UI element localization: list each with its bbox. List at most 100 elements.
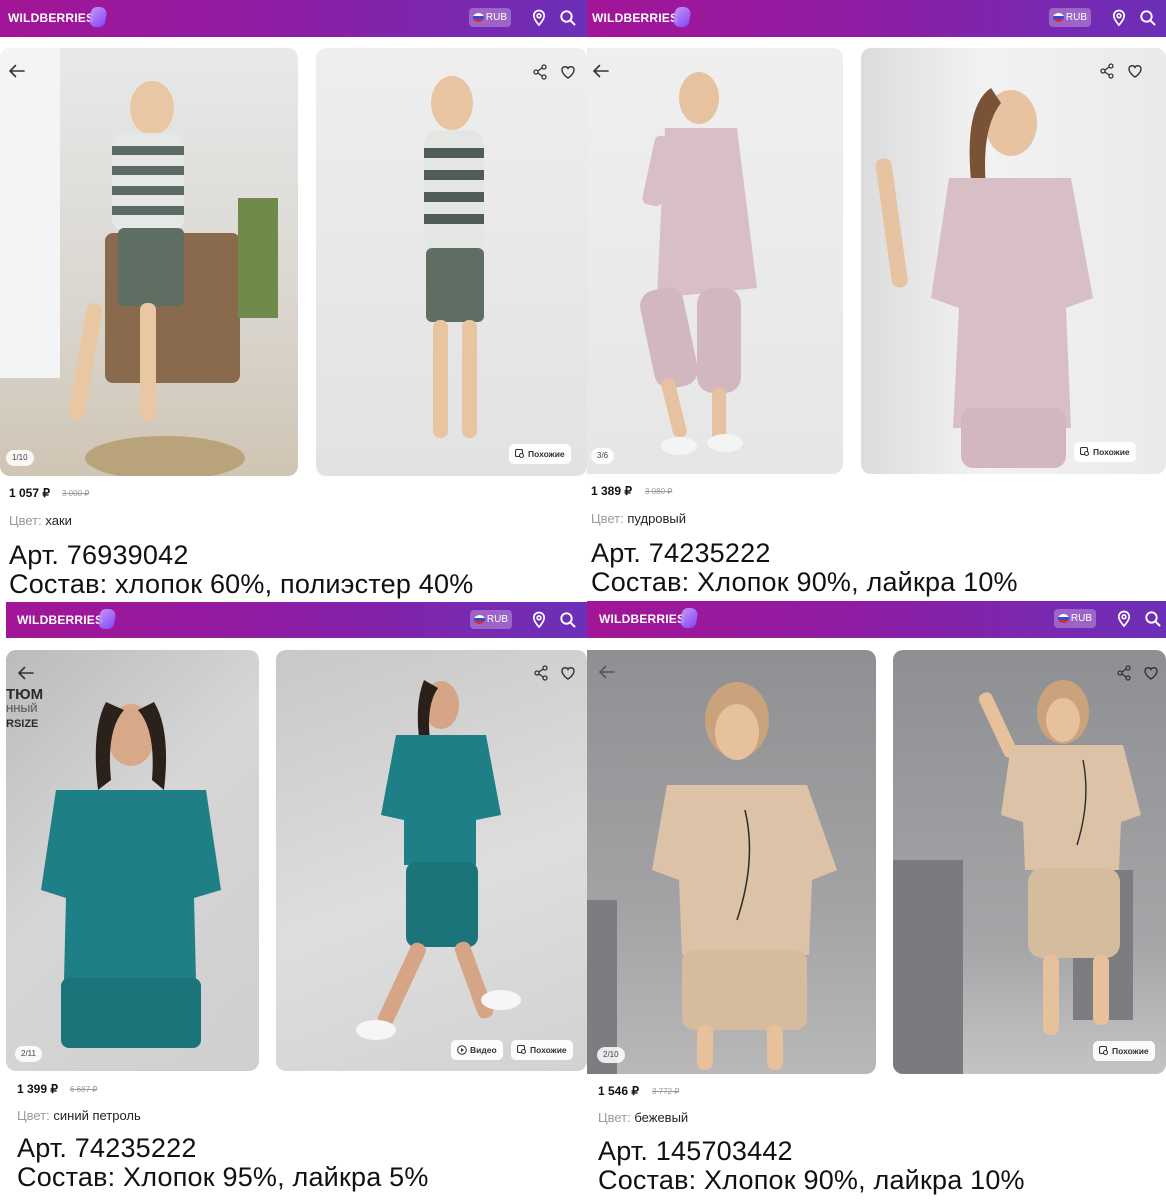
similar-label: Похожие <box>528 449 565 459</box>
product-card-powder: WILDBERRIES RUB 3/6 Похожие 1 389 ₽ 3 08… <box>587 0 1166 600</box>
share-icon[interactable] <box>531 63 549 81</box>
product-photo-main[interactable]: 3/6 <box>587 48 843 474</box>
currency-label: RUB <box>486 614 508 625</box>
app-header: WILDBERRIES RUB <box>587 601 1166 638</box>
color-label: Цвет: <box>9 513 42 528</box>
currency-selector[interactable]: RUB <box>1049 8 1091 27</box>
video-button[interactable]: Видео <box>451 1040 503 1060</box>
promo-overlay-text: ТЮМ ННЫЙ RSIZE <box>6 687 43 732</box>
location-pin-icon[interactable] <box>529 8 549 28</box>
similar-search-icon <box>1099 1046 1109 1056</box>
color-label: Цвет: <box>598 1110 631 1125</box>
product-card-khaki: WILDBERRIES RUB 1/10 Похожие 1 057 ₽ 3 0… <box>0 0 587 600</box>
product-photo-main[interactable]: ТЮМ ННЫЙ RSIZE 2/11 <box>6 650 259 1071</box>
location-pin-icon[interactable] <box>1114 609 1134 629</box>
app-header: WILDBERRIES RUB <box>6 602 587 638</box>
wildberries-logo[interactable]: WILDBERRIES <box>592 0 678 37</box>
color-label: Цвет: <box>591 511 624 526</box>
composition: Состав: Хлопок 90%, лайкра 10% <box>598 1165 1025 1195</box>
share-icon[interactable] <box>532 664 550 682</box>
logo-mark-icon <box>672 7 692 27</box>
heart-icon[interactable] <box>1126 62 1144 80</box>
russia-flag-icon <box>473 13 484 22</box>
logo-mark-icon <box>88 7 108 27</box>
arrow-left-icon[interactable] <box>596 661 618 683</box>
logo-mark-icon <box>679 608 699 628</box>
search-icon[interactable] <box>558 610 578 630</box>
photo-counter: 2/11 <box>15 1046 42 1062</box>
currency-selector[interactable]: RUB <box>470 610 512 629</box>
photo-counter: 1/10 <box>6 450 34 466</box>
composition: Состав: Хлопок 95%, лайкра 5% <box>17 1162 429 1192</box>
similar-button[interactable]: Похожие <box>509 444 571 464</box>
price: 1 057 ₽ <box>9 486 50 500</box>
app-header: WILDBERRIES RUB <box>0 0 587 37</box>
similar-search-icon <box>1080 447 1090 457</box>
product-photo-main[interactable]: 2/10 <box>587 650 876 1074</box>
heart-icon[interactable] <box>559 63 577 81</box>
currency-selector[interactable]: RUB <box>1054 609 1096 628</box>
product-photo-secondary[interactable]: Похожие <box>861 48 1166 474</box>
russia-flag-icon <box>1058 614 1069 623</box>
color-row: Цвет: синий петроль <box>17 1108 141 1123</box>
product-photo-main[interactable]: 1/10 <box>0 48 298 476</box>
russia-flag-icon <box>1053 13 1064 22</box>
location-pin-icon[interactable] <box>1109 8 1129 28</box>
search-icon[interactable] <box>1143 609 1163 629</box>
composition: Состав: Хлопок 90%, лайкра 10% <box>591 567 1018 597</box>
play-icon <box>457 1045 467 1055</box>
product-photo-secondary[interactable]: Похожие <box>316 48 587 476</box>
product-card-teal: WILDBERRIES RUB ТЮМ ННЫЙ RSIZE 2/11 Виде… <box>0 600 587 1200</box>
arrow-left-icon[interactable] <box>15 662 37 684</box>
search-icon[interactable] <box>558 8 578 28</box>
similar-label: Похожие <box>530 1045 567 1055</box>
heart-icon[interactable] <box>1142 664 1160 682</box>
color-value: бежевый <box>634 1110 689 1125</box>
russia-flag-icon <box>474 615 485 624</box>
promo-line: RSIZE <box>6 718 39 730</box>
similar-label: Похожие <box>1093 447 1130 457</box>
article-number: Арт. 76939042 <box>9 540 189 570</box>
color-label: Цвет: <box>17 1108 50 1123</box>
similar-search-icon <box>515 449 525 459</box>
photo-counter: 2/10 <box>597 1047 625 1063</box>
heart-icon[interactable] <box>559 664 577 682</box>
search-icon[interactable] <box>1138 8 1158 28</box>
share-icon[interactable] <box>1115 664 1133 682</box>
wildberries-logo[interactable]: WILDBERRIES <box>17 602 103 638</box>
product-photo-secondary[interactable]: Видео Похожие <box>276 650 587 1071</box>
similar-label: Похожие <box>1112 1046 1149 1056</box>
color-value: пудровый <box>627 511 687 526</box>
arrow-left-icon[interactable] <box>590 60 612 82</box>
article-number: Арт. 74235222 <box>591 538 771 568</box>
price: 1 546 ₽ <box>598 1084 639 1098</box>
color-row: Цвет: пудровый <box>591 511 686 526</box>
model-figure <box>41 702 221 1048</box>
model-figure <box>0 48 278 476</box>
old-price: 3 772 ₽ <box>652 1087 680 1096</box>
location-pin-icon[interactable] <box>529 610 549 630</box>
composition: Состав: хлопок 60%, полиэстер 40% <box>9 569 474 599</box>
arrow-left-icon[interactable] <box>6 60 28 82</box>
model-figure <box>640 72 757 455</box>
similar-button[interactable]: Похожие <box>511 1040 573 1060</box>
wildberries-logo[interactable]: WILDBERRIES <box>599 601 685 638</box>
promo-line: ННЫЙ <box>6 704 38 715</box>
similar-button[interactable]: Похожие <box>1093 1041 1155 1061</box>
article-number: Арт. 145703442 <box>598 1136 793 1166</box>
old-price: 3 000 ₽ <box>62 489 90 498</box>
model-figure <box>875 88 1093 468</box>
model-figure <box>356 680 521 1040</box>
old-price: 3 080 ₽ <box>645 487 673 496</box>
model-figure <box>587 682 837 1074</box>
product-card-beige: WILDBERRIES RUB 2/10 Похожие 1 546 ₽ 3 7… <box>587 600 1166 1200</box>
currency-selector[interactable]: RUB <box>469 8 511 27</box>
wildberries-logo[interactable]: WILDBERRIES <box>8 0 94 37</box>
photo-counter: 3/6 <box>591 448 615 464</box>
similar-button[interactable]: Похожие <box>1074 442 1136 462</box>
app-header: WILDBERRIES RUB <box>587 0 1166 37</box>
color-row: Цвет: бежевый <box>598 1110 688 1125</box>
share-icon[interactable] <box>1098 62 1116 80</box>
product-photo-secondary[interactable]: Похожие <box>893 650 1166 1074</box>
old-price: 6 687 ₽ <box>70 1085 98 1094</box>
